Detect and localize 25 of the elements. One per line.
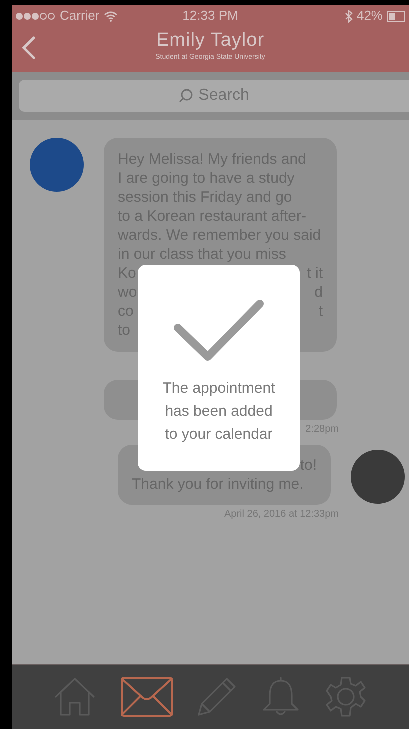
dialog-message: The appointment has been added to your calendar (162, 379, 276, 445)
tab-bar-item[interactable] (324, 676, 367, 718)
message-bubble (298, 380, 337, 420)
tab-bar-item[interactable] (262, 676, 300, 718)
home-icon (54, 677, 96, 717)
battery-percent: 42% (356, 7, 383, 26)
tab-bar-item[interactable] (197, 677, 238, 717)
battery-icon (387, 10, 405, 22)
search-icon (178, 89, 193, 103)
wifi-icon (104, 10, 118, 22)
tab-bar-item[interactable] (54, 677, 96, 717)
signal-icon (16, 12, 56, 20)
mail-icon (120, 677, 173, 717)
settings-icon (324, 676, 367, 718)
back-chevron-icon (22, 36, 36, 60)
carrier-label: Carrier (60, 7, 100, 26)
pencil-icon (197, 677, 238, 717)
bell-icon (262, 676, 300, 718)
checkmark-icon (173, 299, 265, 361)
bluetooth-icon (344, 10, 353, 22)
search-field[interactable]: Search (19, 80, 409, 112)
status-time: 12:33 PM (182, 7, 238, 26)
message-bubble (104, 380, 138, 420)
tab-bar-item[interactable] (120, 677, 173, 717)
contact-name: Emily Taylor (156, 29, 265, 53)
